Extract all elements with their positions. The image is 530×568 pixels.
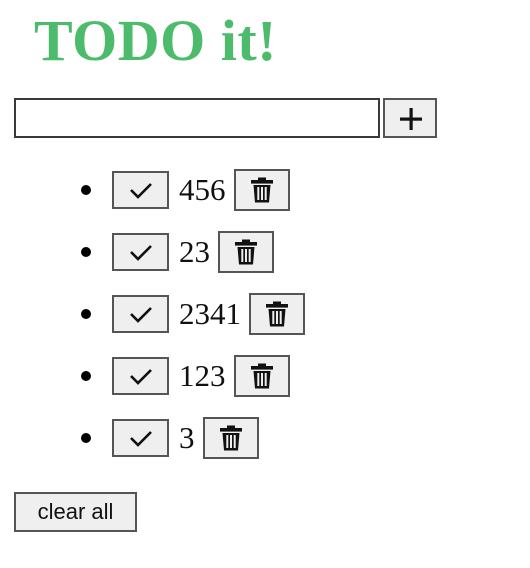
bullet-icon xyxy=(81,309,91,319)
delete-button[interactable] xyxy=(233,355,290,397)
check-icon xyxy=(130,183,152,199)
todo-item: 123 xyxy=(0,346,530,408)
page-title: TODO it! xyxy=(34,8,277,73)
trash-icon xyxy=(266,301,288,327)
todo-input[interactable] xyxy=(14,98,380,138)
clear-all-button[interactable]: clear all xyxy=(14,492,137,532)
todo-text: 123 xyxy=(179,358,226,393)
add-button[interactable] xyxy=(383,98,437,138)
check-icon xyxy=(130,307,152,323)
check-icon xyxy=(130,431,152,447)
check-icon xyxy=(130,369,152,385)
todo-text: 23 xyxy=(179,234,210,269)
todo-text: 2341 xyxy=(179,296,241,331)
plus-icon xyxy=(400,108,422,130)
bullet-icon xyxy=(81,433,91,443)
complete-button[interactable] xyxy=(112,233,169,271)
todo-text: 3 xyxy=(179,420,195,455)
complete-button[interactable] xyxy=(112,419,169,457)
delete-button[interactable] xyxy=(218,231,274,273)
trash-icon xyxy=(250,363,273,389)
todo-item: 2341 xyxy=(0,284,530,346)
trash-icon xyxy=(235,239,257,265)
check-icon xyxy=(130,245,152,261)
todo-item: 456 xyxy=(0,160,530,222)
delete-button[interactable] xyxy=(233,169,290,211)
trash-icon xyxy=(250,177,273,203)
bullet-icon xyxy=(81,185,91,195)
delete-button[interactable] xyxy=(202,417,259,459)
bullet-icon xyxy=(81,371,91,381)
complete-button[interactable] xyxy=(112,171,169,209)
todo-list: 456 23 2341 123 3 xyxy=(0,160,530,470)
complete-button[interactable] xyxy=(112,295,169,333)
todo-text: 456 xyxy=(179,172,226,207)
bullet-icon xyxy=(81,247,91,257)
todo-item: 3 xyxy=(0,408,530,470)
trash-icon xyxy=(219,425,242,451)
complete-button[interactable] xyxy=(112,357,169,395)
todo-item: 23 xyxy=(0,222,530,284)
delete-button[interactable] xyxy=(249,293,305,335)
